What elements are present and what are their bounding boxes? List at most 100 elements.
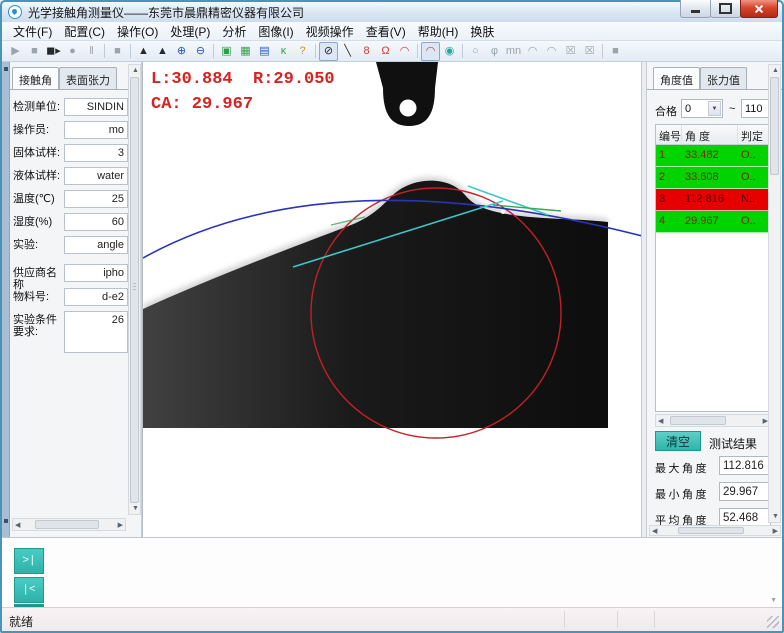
dome-gray-2-icon[interactable]: ◠	[542, 42, 561, 61]
scroll-down-icon[interactable]: ▼	[132, 505, 139, 512]
zoom-in-icon[interactable]: ⊕	[172, 42, 191, 61]
scroll-thumb[interactable]	[670, 416, 726, 425]
pass-min-combobox[interactable]: 0 ▼	[681, 99, 723, 118]
scroll-up-icon[interactable]: ▲	[132, 67, 139, 74]
angle-table-row[interactable]: 3112.816N..	[656, 189, 770, 211]
condition-input[interactable]: 26	[64, 311, 128, 353]
right-panel: 角度值 张力值 合格 0 ▼ ~ 110 编号 角 度 判定 133.482O.…	[646, 62, 782, 537]
temperature-input[interactable]: 25	[64, 190, 128, 208]
combo-dropdown-icon[interactable]: ▼	[708, 101, 721, 116]
tangent-line-icon[interactable]: ╲	[338, 42, 357, 61]
scroll-up-icon[interactable]: ▲	[772, 67, 779, 74]
angle-table-row[interactable]: 233.608O..	[656, 167, 770, 189]
angle-table-row[interactable]: 133.482O..	[656, 145, 770, 167]
window-controls	[681, 0, 778, 18]
stop-icon[interactable]: ■	[25, 42, 44, 61]
scroll-right-icon[interactable]: ▶	[118, 522, 123, 529]
table-hscrollbar[interactable]: ◀ ▶	[655, 414, 771, 427]
scroll-thumb[interactable]	[130, 77, 139, 503]
protractor-icon[interactable]: ⊘	[319, 42, 338, 61]
triangle-small-icon[interactable]: ▲	[153, 42, 172, 61]
scroll-right-icon[interactable]: ▶	[773, 528, 778, 535]
stat-min-angle: 最小角度29.967	[655, 482, 771, 502]
scroll-thumb[interactable]	[35, 520, 99, 529]
person-k-icon[interactable]: ĸ	[274, 42, 293, 61]
step-back-button[interactable]: |<	[14, 577, 44, 603]
contact-angle-icon[interactable]: ◠	[421, 42, 440, 61]
square-tool-icon[interactable]: ■	[606, 42, 625, 61]
right-panel-vscrollbar[interactable]: ▲ ▼	[768, 64, 781, 523]
video-camera-icon[interactable]: ◼▸	[44, 42, 63, 61]
double-circle-icon[interactable]: 8	[357, 42, 376, 61]
operator-input[interactable]: mo	[64, 121, 128, 139]
menu-item-8[interactable]: 查看(V)	[360, 22, 412, 41]
tab-tension-values[interactable]: 张力值	[700, 67, 747, 89]
left-panel-hscrollbar[interactable]: ◀ ▶	[12, 518, 126, 531]
tab-surface-tension[interactable]: 表面张力	[59, 67, 117, 89]
menu-item-5[interactable]: 分析	[216, 22, 252, 41]
right-panel-hscrollbar[interactable]: ◀ ▶	[649, 525, 781, 536]
field-label: 供应商名称	[13, 267, 63, 291]
menu-item-7[interactable]: 视频操作	[300, 22, 360, 41]
snapshot-icon[interactable]: ■	[108, 42, 127, 61]
circle-tool-icon[interactable]: ○	[466, 42, 485, 61]
tab-angle-values[interactable]: 角度值	[653, 67, 700, 89]
material-no-input[interactable]: d-e2	[64, 288, 128, 306]
play-icon[interactable]: ▶	[6, 42, 25, 61]
target-icon[interactable]: ◉	[440, 42, 459, 61]
humidity-input[interactable]: 60	[64, 213, 128, 231]
left-splitter[interactable]	[2, 62, 10, 537]
detect-unit-input[interactable]: SINDIN	[64, 98, 128, 116]
data-table-icon[interactable]: ▤	[255, 42, 274, 61]
solid-sample-input[interactable]: 3	[64, 144, 128, 162]
tab-contact-angle[interactable]: 接触角	[12, 67, 59, 89]
left-panel-vscrollbar[interactable]: ▲ ▼	[128, 64, 141, 515]
zoom-out-icon[interactable]: ⊖	[191, 42, 210, 61]
omega-drop-icon[interactable]: Ω	[376, 42, 395, 61]
liquid-sample-input[interactable]: water	[64, 167, 128, 185]
angle-overlay-lr: L:30.884 R:29.050	[151, 70, 335, 89]
supplier-input[interactable]: ipho	[64, 264, 128, 282]
angle-table-row[interactable]: 429.967O..	[656, 211, 770, 233]
edit-z2-icon[interactable]: ☒	[580, 42, 599, 61]
maximize-button[interactable]	[710, 0, 741, 18]
menu-item-3[interactable]: 操作(O)	[111, 22, 164, 41]
edit-z1-icon[interactable]: ☒	[561, 42, 580, 61]
scroll-left-icon[interactable]: ◀	[15, 522, 20, 529]
scroll-left-icon[interactable]: ◀	[658, 418, 663, 425]
max-angle-value[interactable]: 112.816	[719, 456, 771, 475]
ellipse-fit-icon[interactable]: ▣	[217, 42, 236, 61]
dome-drop-icon[interactable]: ◠	[395, 42, 414, 61]
triangle-large-icon[interactable]: ▲	[134, 42, 153, 61]
scroll-thumb[interactable]	[770, 77, 779, 175]
pin-tool-icon[interactable]: φ	[485, 42, 504, 61]
pause-icon[interactable]: ‖	[82, 42, 101, 61]
min-angle-value[interactable]: 29.967	[719, 482, 771, 501]
field-label: 物料号:	[13, 291, 63, 303]
panel-scroll-down-icon[interactable]: ▼	[770, 597, 777, 604]
grid-view-icon[interactable]: ▦	[236, 42, 255, 61]
menu-item-2[interactable]: 配置(C)	[58, 22, 111, 41]
dome-gray-1-icon[interactable]: ◠	[523, 42, 542, 61]
help-icon[interactable]: ?	[293, 42, 312, 61]
record-icon[interactable]: ●	[63, 42, 82, 61]
title-bar[interactable]: 光学接触角测量仪——东莞市晨鼎精密仪器有限公司	[2, 2, 782, 22]
splitter-top-handle[interactable]	[4, 67, 8, 71]
menu-item-1[interactable]: 文件(F)	[7, 22, 58, 41]
menu-item-6[interactable]: 图像(I)	[252, 22, 299, 41]
experiment-input[interactable]: angle	[64, 236, 128, 254]
mn-label-icon[interactable]: mn	[504, 42, 523, 61]
minimize-button[interactable]	[680, 0, 711, 18]
scroll-thumb[interactable]	[678, 527, 744, 534]
resize-grip[interactable]	[767, 616, 779, 628]
close-button[interactable]	[740, 0, 778, 18]
splitter-bottom-handle[interactable]	[4, 519, 8, 523]
camera-image-area[interactable]: L:30.884 R:29.050 CA: 29.967	[142, 62, 641, 537]
clear-button[interactable]: 清空	[655, 431, 701, 451]
menu-item-9[interactable]: 帮助(H)	[412, 22, 465, 41]
step-forward-button[interactable]: >|	[14, 548, 44, 574]
scroll-left-icon[interactable]: ◀	[652, 528, 657, 535]
menu-item-4[interactable]: 处理(P)	[164, 22, 216, 41]
menu-item-10[interactable]: 换肤	[464, 22, 500, 41]
scroll-down-icon[interactable]: ▼	[772, 513, 779, 520]
